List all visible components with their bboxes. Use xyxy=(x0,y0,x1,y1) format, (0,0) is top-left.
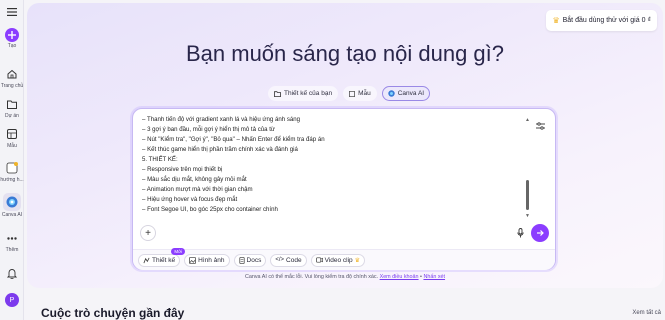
prompt-line: – Kết thúc game hiển thị phần trăm chính… xyxy=(142,146,298,153)
new-badge: Mới xyxy=(171,247,186,255)
sidebar-item-label: Thêm xyxy=(5,247,19,253)
send-button[interactable] xyxy=(531,224,549,242)
sidebar-item-label: Canva AI xyxy=(1,212,23,218)
arrow-right-icon xyxy=(537,230,544,236)
sidebar-item-label: Dự án xyxy=(5,113,19,119)
sidebar-item-canva-ai[interactable]: Canva AI xyxy=(0,193,24,218)
prompt-line: – Nút "Kiểm tra", "Gợi ý", "Bỏ qua" – Nh… xyxy=(142,136,325,143)
prompt-line: – Màu sắc dịu mắt, không gây mỏi mắt xyxy=(142,176,247,183)
sidebar-item-label: hướng h... xyxy=(0,177,24,183)
plus-icon[interactable] xyxy=(5,28,19,42)
microphone-icon xyxy=(516,228,524,238)
chip-code[interactable]: </> Code xyxy=(270,253,307,267)
sidebar-item-brand[interactable]: hướng h... xyxy=(0,160,24,183)
scrollbar[interactable]: ▲ ▼ xyxy=(525,117,530,219)
notifications-button[interactable] xyxy=(0,268,24,279)
sidebar-item-templates[interactable]: Mẫu xyxy=(0,126,24,149)
more-icon xyxy=(4,230,20,246)
folder-icon xyxy=(274,90,281,97)
template-icon xyxy=(349,90,356,97)
home-icon xyxy=(4,66,20,82)
sidebar: Tạo Trang chủ Dự án Mẫu hướng h... Canva… xyxy=(0,0,24,320)
prompt-line: – Hiệu ứng hover và focus đẹp mắt xyxy=(142,196,238,203)
crown-icon: ♛ xyxy=(354,257,361,264)
main-area: ♛ Bắt đầu dùng thử với giá 0 ₫ Bạn muốn … xyxy=(27,0,665,320)
menu-toggle[interactable] xyxy=(0,8,24,16)
prompt-line: – 3 gợi ý ban đầu, mỗi gợi ý hiển thị mô… xyxy=(142,126,276,133)
sidebar-item-create[interactable]: Tạo xyxy=(0,28,24,49)
image-icon xyxy=(189,256,197,264)
bell-icon[interactable] xyxy=(7,268,17,279)
design-icon xyxy=(143,257,150,263)
tab-templates[interactable]: Mẫu xyxy=(343,86,377,101)
prompt-line: – Thanh tiến độ với gradient xanh lá và … xyxy=(142,116,301,123)
chip-design[interactable]: Thiết kế Mới xyxy=(138,247,186,267)
page-title: Bạn muốn sáng tạo nội dung gì? xyxy=(185,41,505,66)
plus-icon: + xyxy=(145,227,151,239)
docs-icon xyxy=(238,256,245,264)
add-attachment-button[interactable]: + xyxy=(140,225,156,241)
see-all-link[interactable]: Xem tất cả xyxy=(632,310,661,316)
recent-chats-heading: Cuộc trò chuyện gần đây xyxy=(41,306,185,320)
video-icon xyxy=(315,257,323,263)
code-icon: </> xyxy=(275,257,285,263)
sliders-icon[interactable] xyxy=(536,117,545,135)
microphone-button[interactable] xyxy=(513,226,527,240)
ai-disclaimer: Canva AI có thể mắc lỗi. Vui lòng kiểm t… xyxy=(244,274,446,280)
sidebar-item-home[interactable]: Trang chủ xyxy=(0,66,24,89)
prompt-textarea[interactable]: – Thanh tiến độ với gradient xanh lá và … xyxy=(142,115,527,215)
sidebar-item-label: Trang chủ xyxy=(0,83,24,89)
chip-docs[interactable]: Docs xyxy=(233,253,267,267)
hamburger-menu-icon[interactable] xyxy=(7,8,17,16)
scroll-down-arrow-icon[interactable]: ▼ xyxy=(525,213,530,219)
prompt-line: – Animation mượt mà với thời gian chậm xyxy=(142,186,253,193)
prompt-line: – Responsive trên mọi thiết bị xyxy=(142,166,223,173)
brand-icon xyxy=(4,160,20,176)
folder-icon xyxy=(4,96,20,112)
tab-bar: Thiết kế của bạn Mẫu Canva AI xyxy=(268,86,431,101)
avatar-button[interactable]: P xyxy=(0,293,24,307)
mode-chips: Thiết kế Mới Hình ảnh Docs </> Code Vide… xyxy=(133,247,555,270)
scrollbar-thumb[interactable] xyxy=(525,180,529,210)
start-trial-button[interactable]: ♛ Bắt đầu dùng thử với giá 0 ₫ xyxy=(546,10,657,31)
sidebar-item-label: Mẫu xyxy=(7,143,17,149)
scroll-up-arrow-icon[interactable]: ▲ xyxy=(525,117,530,123)
sidebar-item-label: Tạo xyxy=(7,43,17,49)
tab-your-designs[interactable]: Thiết kế của bạn xyxy=(268,86,339,101)
feedback-link[interactable]: Nhấn xét xyxy=(423,274,445,280)
crown-icon: ♛ xyxy=(552,16,560,25)
prompt-line: – Font Segoe UI, bo góc 25px cho contain… xyxy=(142,206,278,213)
terms-link[interactable]: Xem điều khoản xyxy=(380,274,419,280)
avatar[interactable]: P xyxy=(5,293,19,307)
canva-ai-icon xyxy=(388,90,395,97)
sidebar-item-more[interactable]: Thêm xyxy=(0,230,24,253)
prompt-line: 5. THIẾT KẾ: xyxy=(142,156,178,163)
chip-image[interactable]: Hình ảnh xyxy=(184,253,230,267)
template-icon xyxy=(4,126,20,142)
tab-canva-ai[interactable]: Canva AI xyxy=(381,86,431,101)
sidebar-item-projects[interactable]: Dự án xyxy=(0,96,24,119)
prompt-composer[interactable]: – Thanh tiến độ với gradient xanh lá và … xyxy=(132,108,556,270)
canva-ai-icon xyxy=(3,193,21,211)
chip-video-clip[interactable]: Video clip ♛ xyxy=(310,253,366,267)
hero-panel: ♛ Bắt đầu dùng thử với giá 0 ₫ Bạn muốn … xyxy=(27,3,663,288)
